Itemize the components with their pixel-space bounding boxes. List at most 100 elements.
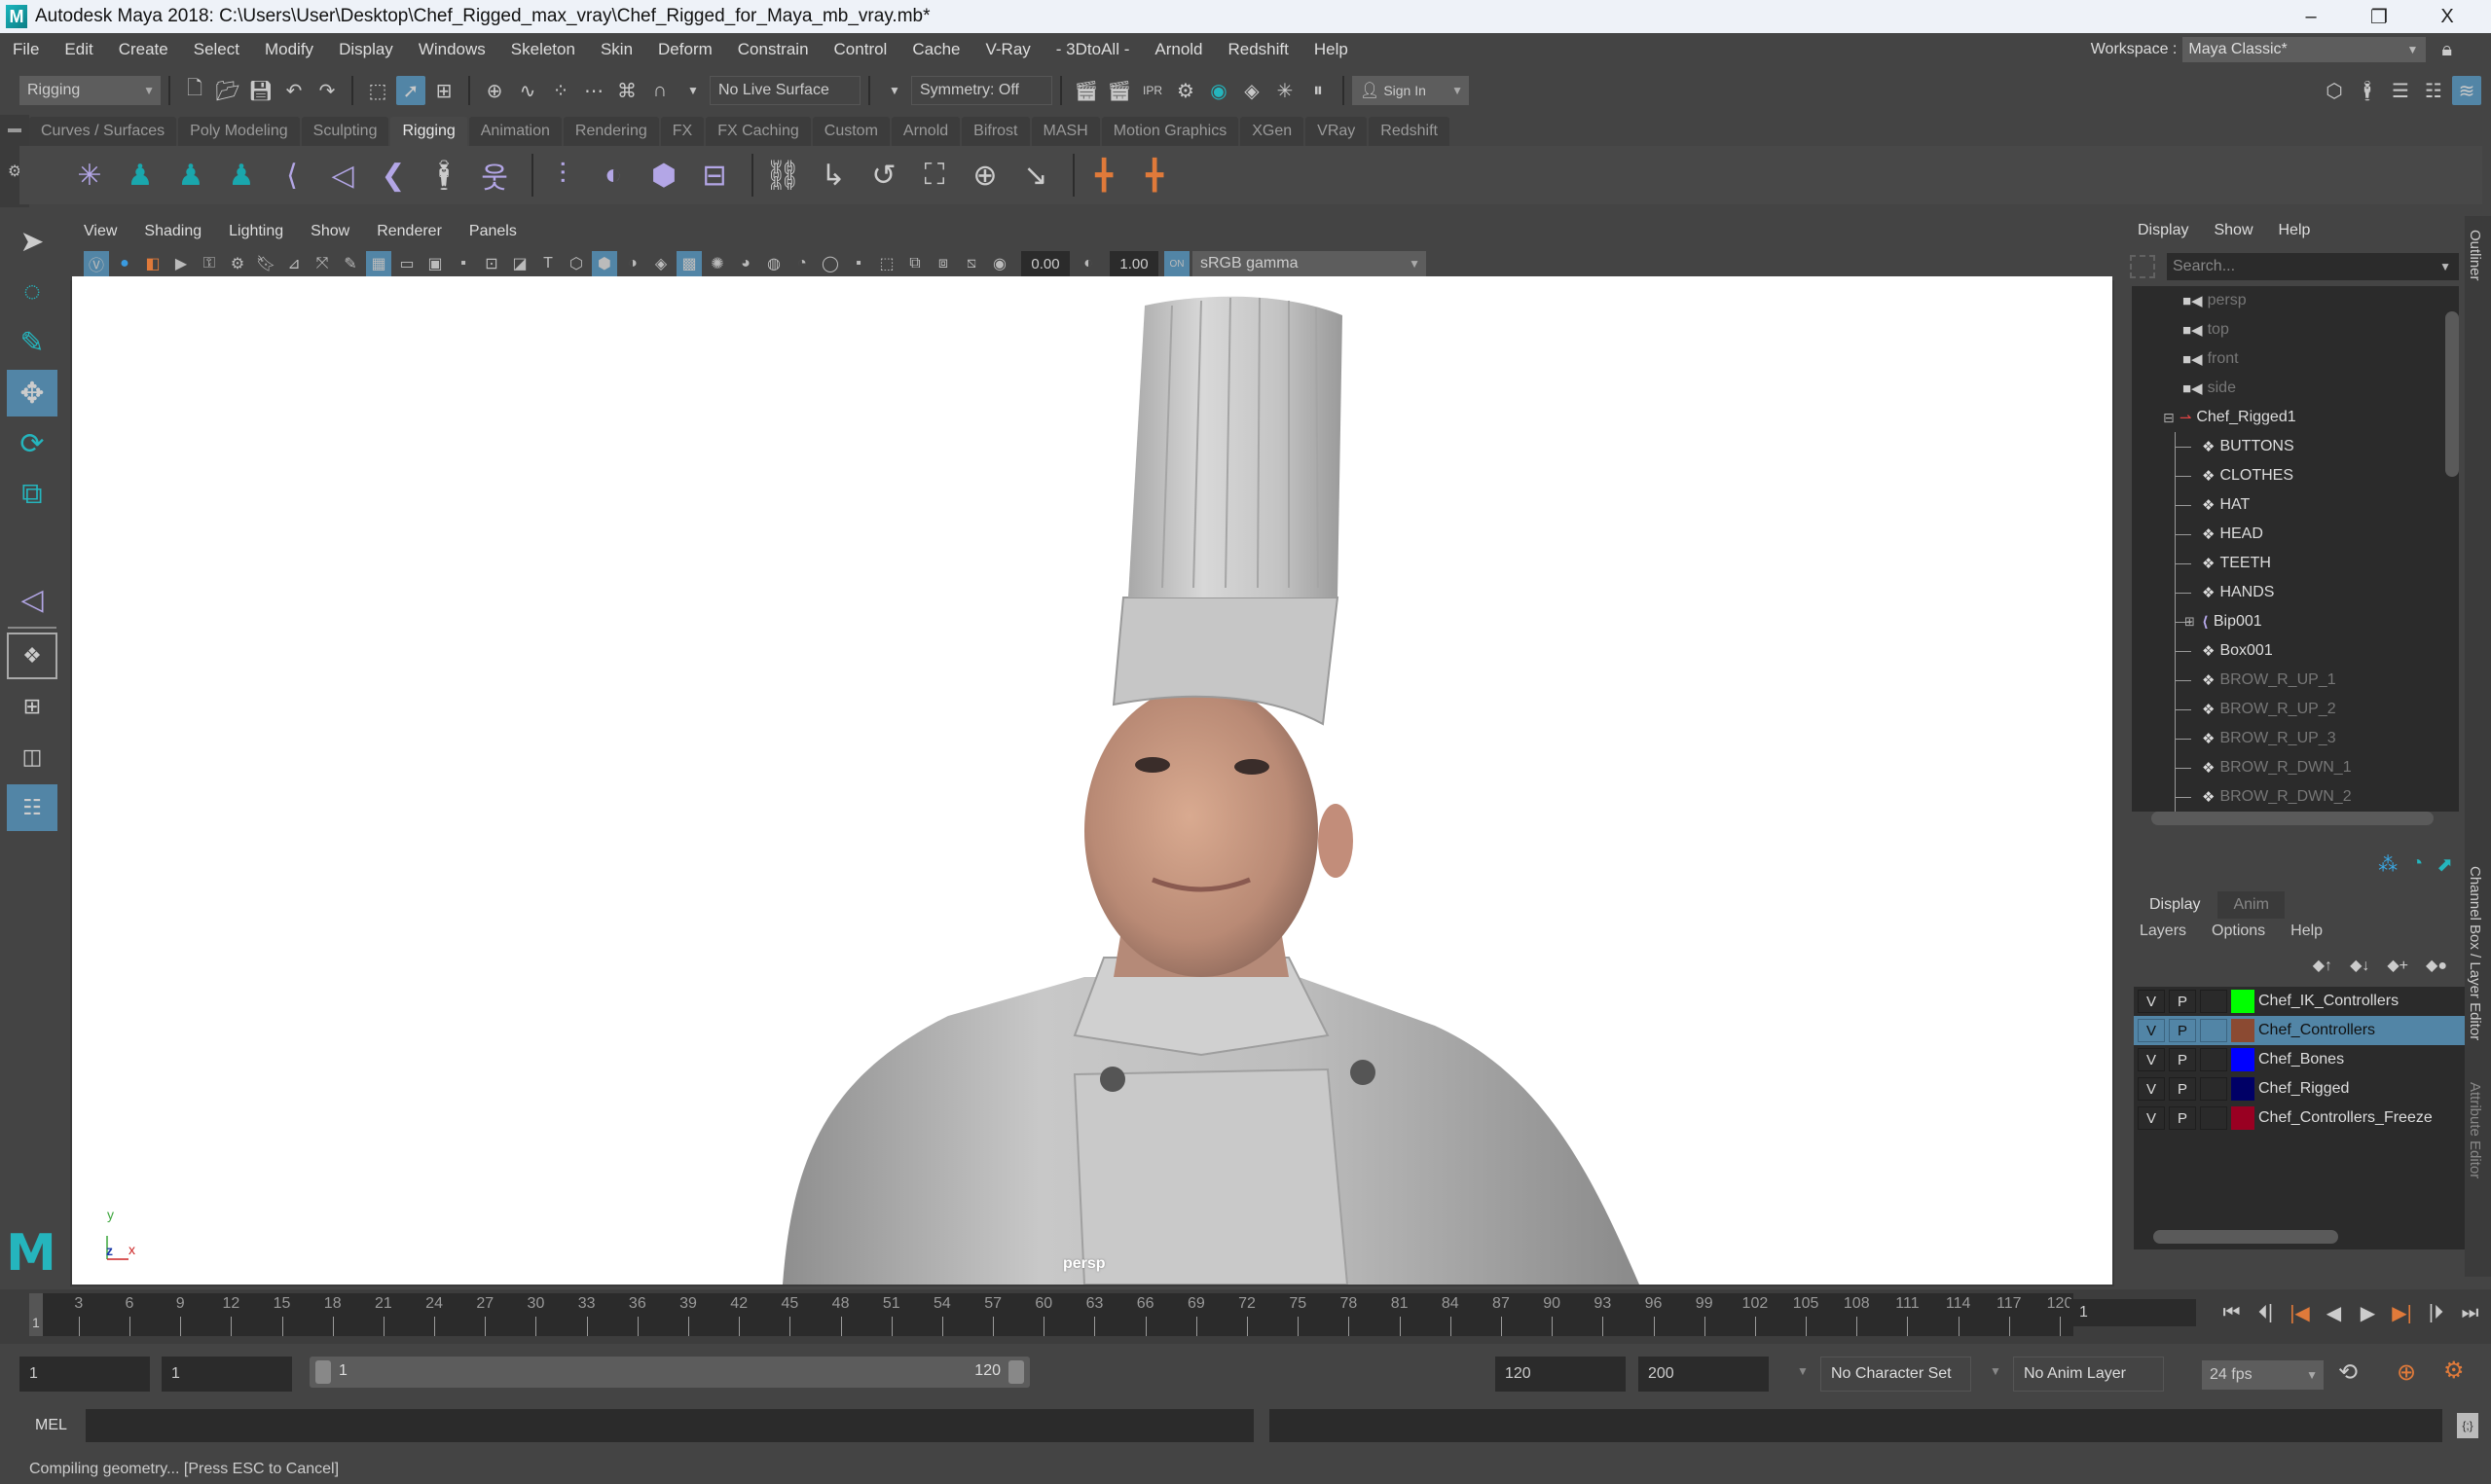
step-forward-key-button[interactable]: ▶| (2385, 1301, 2419, 1325)
snap-surface-icon[interactable]: ⌘ (612, 76, 641, 105)
render-setup-icon[interactable]: ◈ (1237, 76, 1266, 105)
four-view-layout-icon[interactable]: ⊞ (7, 683, 57, 730)
outliner-item[interactable]: ❖ HEAD (2132, 520, 2459, 549)
new-scene-icon[interactable]: 🗋 (180, 76, 209, 105)
scale-tool-icon[interactable]: ⧉ (7, 471, 57, 518)
snap-point-icon[interactable]: ⁘ (546, 76, 575, 105)
outliner-item-top[interactable]: ■◀ top (2132, 315, 2459, 344)
paint-weights-icon[interactable]: ◐ (592, 154, 635, 197)
workspace-dropdown[interactable]: Maya Classic* (2182, 37, 2427, 62)
tab-anim-layers[interactable]: Anim (2217, 891, 2285, 919)
attribute-editor-icon[interactable]: ⬈ (2436, 852, 2453, 877)
image-plane-icon[interactable]: ⊿ (281, 251, 307, 276)
snap-view-plane-icon[interactable]: ⋯ (579, 76, 608, 105)
snap-live-icon[interactable]: ∩ (645, 76, 675, 105)
layer-color-swatch[interactable] (2231, 1019, 2254, 1042)
menu-3dtoall[interactable]: - 3DtoAll - (1044, 40, 1143, 59)
character-set-field[interactable]: No Character Set (1820, 1357, 1971, 1392)
outliner-horizontal-scrollbar[interactable] (2151, 812, 2434, 825)
depth-of-field-icon[interactable]: ▪ (846, 251, 871, 276)
tab-display-layers[interactable]: Display (2134, 891, 2216, 919)
viewport-menu-shading[interactable]: Shading (144, 223, 201, 240)
layer-visibility-toggle[interactable]: V (2138, 990, 2165, 1013)
play-forwards-button[interactable]: ▶ (2351, 1301, 2385, 1325)
layer-menu-layers[interactable]: Layers (2140, 923, 2186, 940)
move-layer-down-icon[interactable]: ◆↓ (2350, 956, 2369, 975)
tab-channel-box-layer-editor[interactable]: Channel Box / Layer Editor (2467, 866, 2483, 1040)
bind-skin-icon[interactable]: ⫶ (541, 154, 584, 197)
outliner-item[interactable]: ❖ BROW_R_DWN_2 (2132, 782, 2459, 812)
close-button[interactable]: X (2413, 6, 2481, 28)
shelf-tab-rigging[interactable]: Rigging (390, 117, 467, 146)
single-perspective-view-icon[interactable]: ❖ (7, 633, 57, 679)
outliner-item[interactable]: ❖ Box001 (2132, 636, 2459, 666)
camera-attributes-icon[interactable]: ▶ (168, 251, 194, 276)
outliner-item[interactable]: ❖ TEETH (2132, 549, 2459, 578)
modeling-toolkit-icon[interactable]: ⬡ (2320, 76, 2349, 105)
playback-start-field[interactable]: 1 (162, 1357, 292, 1392)
menu-skin[interactable]: Skin (588, 40, 645, 59)
layer-visibility-toggle[interactable]: V (2138, 1019, 2165, 1042)
chevron-down-icon[interactable]: ▼ (880, 76, 909, 105)
snap-grid-icon[interactable]: ⊕ (480, 76, 509, 105)
step-forward-frame-button[interactable]: |⏵ (2419, 1302, 2453, 1324)
time-slider-track[interactable]: 3 6 9 12 15 18 21 24 27 30 33 36 39 42 45 48 51 54 57 60 63 6… (29, 1293, 2073, 1336)
light-editor-icon[interactable]: ✳ (1270, 76, 1300, 105)
layer-color-swatch[interactable] (2231, 1048, 2254, 1071)
viewport-menu-show[interactable]: Show (311, 223, 349, 240)
lock-icon[interactable]: 🔒︎ (2441, 39, 2452, 61)
paint-select-tool-icon[interactable]: ✎ (7, 319, 57, 366)
layer-color-swatch[interactable] (2231, 990, 2254, 1013)
command-input[interactable] (86, 1409, 1254, 1442)
film-gate-icon[interactable]: ▭ (394, 251, 420, 276)
aim-constraint-icon[interactable]: ⊕ (964, 154, 1007, 197)
menu-deform[interactable]: Deform (645, 40, 725, 59)
step-back-frame-button[interactable]: ⏴| (2249, 1302, 2283, 1324)
layer-display-type-toggle[interactable] (2200, 1077, 2227, 1101)
exposure-field[interactable]: 0.00 (1021, 251, 1070, 276)
current-frame-field[interactable]: 1 (2070, 1299, 2196, 1326)
field-chart-icon[interactable]: ⊡ (479, 251, 504, 276)
point-constraint-icon[interactable]: ↳ (812, 154, 855, 197)
undo-icon[interactable]: ↶ (279, 76, 309, 105)
menu-vray[interactable]: V-Ray (972, 40, 1043, 59)
outliner-item-front[interactable]: ■◀ front (2132, 344, 2459, 374)
shelf-tab-poly-modeling[interactable]: Poly Modeling (178, 117, 300, 146)
symmetry-dropdown[interactable]: Symmetry: Off (911, 76, 1052, 105)
select-hierarchy-icon[interactable]: ⬚ (363, 76, 392, 105)
outliner-item-chef-rigged1[interactable]: ⊟ ⇀ Chef_Rigged1 (2132, 403, 2459, 432)
viewport-menu-renderer[interactable]: Renderer (377, 223, 442, 240)
render-view-icon[interactable]: 🎬︎ (1072, 76, 1101, 105)
shelf-tab-animation[interactable]: Animation (468, 117, 562, 146)
safe-action-icon[interactable]: ◪ (507, 251, 532, 276)
2d-pan-zoom-icon[interactable]: ⤧ (310, 251, 335, 276)
new-layer-from-selection-icon[interactable]: ◆● (2426, 956, 2447, 975)
range-slider[interactable]: 1 120 (310, 1357, 1030, 1388)
render-settings-icon[interactable]: ⚙ (1171, 76, 1200, 105)
outliner-item[interactable]: ❖ BROW_R_UP_3 (2132, 724, 2459, 753)
lattice-icon[interactable]: ⬢ (642, 154, 685, 197)
layer-list-horizontal-scrollbar[interactable] (2153, 1230, 2338, 1244)
viewport-menu-view[interactable]: View (84, 223, 117, 240)
use-default-material-icon[interactable]: ▩ (677, 251, 702, 276)
playback-end-field[interactable]: 120 (1495, 1357, 1626, 1392)
character-controls-icon[interactable]: 🕴︎ (2353, 76, 2382, 105)
smooth-shade-icon[interactable]: ⬢ (592, 251, 617, 276)
outliner-layout-icon[interactable]: ☷ (7, 784, 57, 831)
create-joint-icon[interactable]: ⟨ (271, 154, 313, 197)
display-layer-row[interactable]: V P Chef_Bones (2134, 1045, 2465, 1074)
menu-display[interactable]: Display (326, 40, 406, 59)
channel-box-icon[interactable]: ⁂ (2378, 852, 2398, 877)
display-layer-row[interactable]: V P Chef_Controllers_Freeze (2134, 1104, 2465, 1133)
script-language-toggle[interactable]: MEL (35, 1417, 67, 1434)
rotate-tool-icon[interactable]: ⟳ (7, 420, 57, 467)
motion-blur-icon[interactable]: ◔ (789, 251, 815, 276)
gamma-field[interactable]: 1.00 (1110, 251, 1158, 276)
outliner-item[interactable]: ❖ HANDS (2132, 578, 2459, 607)
outliner-item[interactable]: ❖ HAT (2132, 490, 2459, 520)
outliner-item[interactable]: ❖ BROW_R_DWN_1 (2132, 753, 2459, 782)
chevron-down-icon[interactable]: ▼ (1990, 1364, 2001, 1378)
menu-control[interactable]: Control (822, 40, 900, 59)
outliner-menu-help[interactable]: Help (2279, 222, 2311, 239)
select-camera-icon[interactable]: ◧ (140, 251, 165, 276)
